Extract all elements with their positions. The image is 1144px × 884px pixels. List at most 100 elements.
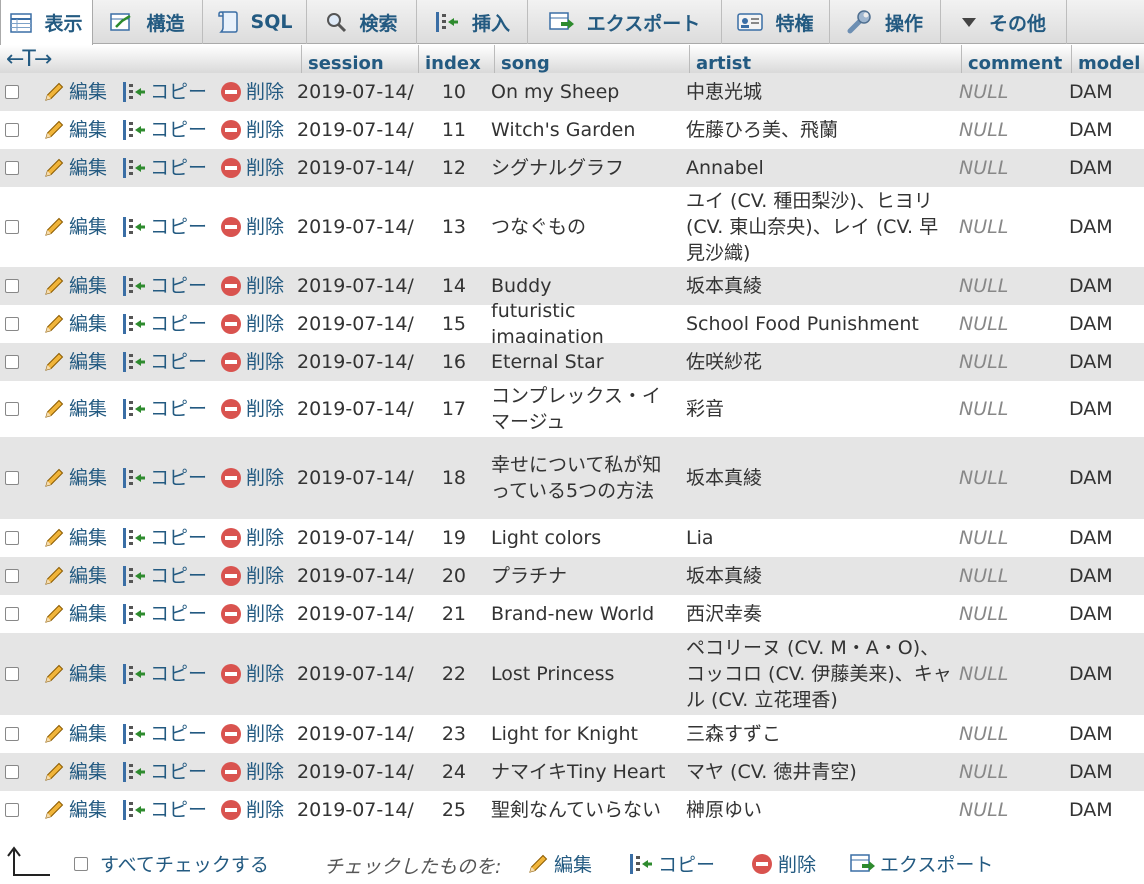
pencil-icon (45, 82, 64, 101)
row-checkbox[interactable] (5, 85, 19, 99)
bulk-delete-button[interactable]: 削除 (750, 850, 816, 877)
delete-button[interactable]: 削除 (219, 381, 284, 437)
table-row[interactable]: 編集 コピー 削除 2019-07-14/0 25 聖剣なんていらない 榊原ゆい NULL DA… (0, 791, 1144, 829)
copy-button[interactable]: コピー (121, 519, 207, 557)
edit-button[interactable]: 編集 (42, 791, 107, 829)
tab-structure[interactable]: 構造 (93, 0, 203, 44)
row-checkbox[interactable] (5, 607, 19, 621)
table-row[interactable]: 編集 コピー 削除 2019-07-14/0 20 プラチナ 坂本真綾 NULL DAM (0, 557, 1144, 595)
delete-button[interactable]: 削除 (219, 595, 284, 633)
row-checkbox[interactable] (5, 765, 19, 779)
copy-button[interactable]: コピー (121, 791, 207, 829)
edit-button[interactable]: 編集 (42, 149, 107, 187)
bulk-copy-button[interactable]: コピー (628, 850, 715, 877)
delete-button[interactable]: 削除 (219, 437, 284, 519)
check-all[interactable]: すべてチェックする (74, 850, 269, 877)
delete-button[interactable]: 削除 (219, 715, 284, 753)
copy-button[interactable]: コピー (121, 381, 207, 437)
row-checkbox[interactable] (5, 471, 19, 485)
copy-button[interactable]: コピー (121, 633, 207, 715)
copy-button[interactable]: コピー (121, 187, 207, 267)
table-row[interactable]: 編集 コピー 削除 2019-07-14/0 23 Light for Knight 三森す… (0, 715, 1144, 753)
delete-button[interactable]: 削除 (219, 343, 284, 381)
delete-button[interactable]: 削除 (219, 111, 284, 149)
copy-button[interactable]: コピー (121, 305, 207, 343)
delete-button[interactable]: 削除 (219, 519, 284, 557)
edit-button[interactable]: 編集 (42, 267, 107, 305)
delete-button[interactable]: 削除 (219, 633, 284, 715)
table-row[interactable]: 編集 コピー 削除 2019-07-14/0 19 Light colors Lia NULL… (0, 519, 1144, 557)
tab-export[interactable]: エクスポート (528, 0, 722, 44)
copy-button[interactable]: コピー (121, 267, 207, 305)
session-cell: 2019-07-14/0 (297, 351, 415, 373)
edit-button[interactable]: 編集 (42, 305, 107, 343)
table-row[interactable]: 編集 コピー 削除 2019-07-14/0 22 Lost Princess ペコリーヌ … (0, 633, 1144, 715)
copy-button[interactable]: コピー (121, 557, 207, 595)
tab-more[interactable]: その他 (941, 0, 1067, 44)
row-checkbox[interactable] (5, 569, 19, 583)
delete-button[interactable]: 削除 (219, 73, 284, 111)
table-row[interactable]: 編集 コピー 削除 2019-07-14/0 11 Witch's Garden 佐藤ひろ美… (0, 111, 1144, 149)
check-all-label[interactable]: すべてチェックする (100, 850, 269, 877)
edit-button[interactable]: 編集 (42, 633, 107, 715)
delete-button[interactable]: 削除 (219, 187, 284, 267)
column-arrows[interactable]: ←T→ (6, 47, 52, 72)
edit-button[interactable]: 編集 (42, 187, 107, 267)
edit-button[interactable]: 編集 (42, 73, 107, 111)
copy-button[interactable]: コピー (121, 595, 207, 633)
tab-privileges[interactable]: 特権 (722, 0, 830, 44)
row-checkbox[interactable] (5, 355, 19, 369)
edit-button[interactable]: 編集 (42, 111, 107, 149)
delete-button[interactable]: 削除 (219, 557, 284, 595)
delete-button[interactable]: 削除 (219, 753, 284, 791)
delete-button[interactable]: 削除 (219, 149, 284, 187)
delete-button[interactable]: 削除 (219, 791, 284, 829)
delete-button[interactable]: 削除 (219, 267, 284, 305)
tab-browse[interactable]: 表示 (0, 0, 93, 45)
table-row[interactable]: 編集 コピー 削除 2019-07-14/0 18 幸せについて私が知っている5つの方法 坂… (0, 437, 1144, 519)
row-checkbox[interactable] (5, 667, 19, 681)
row-checkbox[interactable] (5, 402, 19, 416)
row-checkbox[interactable] (5, 531, 19, 545)
table-row[interactable]: 編集 コピー 削除 2019-07-14/0 16 Eternal Star 佐咲紗花 NUL… (0, 343, 1144, 381)
copy-button[interactable]: コピー (121, 437, 207, 519)
edit-button[interactable]: 編集 (42, 381, 107, 437)
row-checkbox[interactable] (5, 803, 19, 817)
copy-button[interactable]: コピー (121, 715, 207, 753)
edit-button[interactable]: 編集 (42, 557, 107, 595)
table-row[interactable]: 編集 コピー 削除 2019-07-14/0 10 On my Sheep 中恵光城 NULL… (0, 73, 1144, 111)
delete-button[interactable]: 削除 (219, 305, 284, 343)
check-all-checkbox[interactable] (74, 856, 88, 871)
edit-button[interactable]: 編集 (42, 715, 107, 753)
edit-button[interactable]: 編集 (42, 343, 107, 381)
copy-button[interactable]: コピー (121, 149, 207, 187)
row-checkbox[interactable] (5, 123, 19, 137)
edit-button[interactable]: 編集 (42, 595, 107, 633)
table-row[interactable]: 編集 コピー 削除 2019-07-14/0 24 ナマイキTiny Heart マヤ (C… (0, 753, 1144, 791)
copy-button[interactable]: コピー (121, 73, 207, 111)
tab-insert[interactable]: 挿入 (417, 0, 528, 44)
tab-search[interactable]: 検索 (307, 0, 417, 44)
bulk-export-button[interactable]: エクスポート (850, 850, 993, 877)
row-checkbox[interactable] (5, 727, 19, 741)
tab-sql[interactable]: SQL (203, 0, 307, 44)
copy-button[interactable]: コピー (121, 111, 207, 149)
index-cell: 24 (441, 761, 466, 783)
model-cell: DAM (1069, 81, 1113, 103)
table-row[interactable]: 編集 コピー 削除 2019-07-14/0 13 つなぐもの ユイ (CV. 種田梨沙)、… (0, 187, 1144, 267)
bulk-edit-button[interactable]: 編集 (526, 850, 592, 877)
row-checkbox[interactable] (5, 220, 19, 234)
edit-button[interactable]: 編集 (42, 437, 107, 519)
copy-button[interactable]: コピー (121, 753, 207, 791)
edit-button[interactable]: 編集 (42, 519, 107, 557)
row-checkbox[interactable] (5, 279, 19, 293)
row-checkbox[interactable] (5, 161, 19, 175)
tab-operations[interactable]: 操作 (830, 0, 941, 44)
row-checkbox[interactable] (5, 317, 19, 331)
table-row[interactable]: 編集 コピー 削除 2019-07-14/0 21 Brand-new World 西沢幸奏… (0, 595, 1144, 633)
copy-button[interactable]: コピー (121, 343, 207, 381)
edit-button[interactable]: 編集 (42, 753, 107, 791)
table-row[interactable]: 編集 コピー 削除 2019-07-14/0 15 futuristic imaginat… (0, 300, 1144, 348)
table-row[interactable]: 編集 コピー 削除 2019-07-14/0 12 シグナルグラフ Annabel NULL D… (0, 149, 1144, 187)
table-row[interactable]: 編集 コピー 削除 2019-07-14/0 17 コンプレックス・イマージュ 彩音 NULL… (0, 381, 1144, 437)
